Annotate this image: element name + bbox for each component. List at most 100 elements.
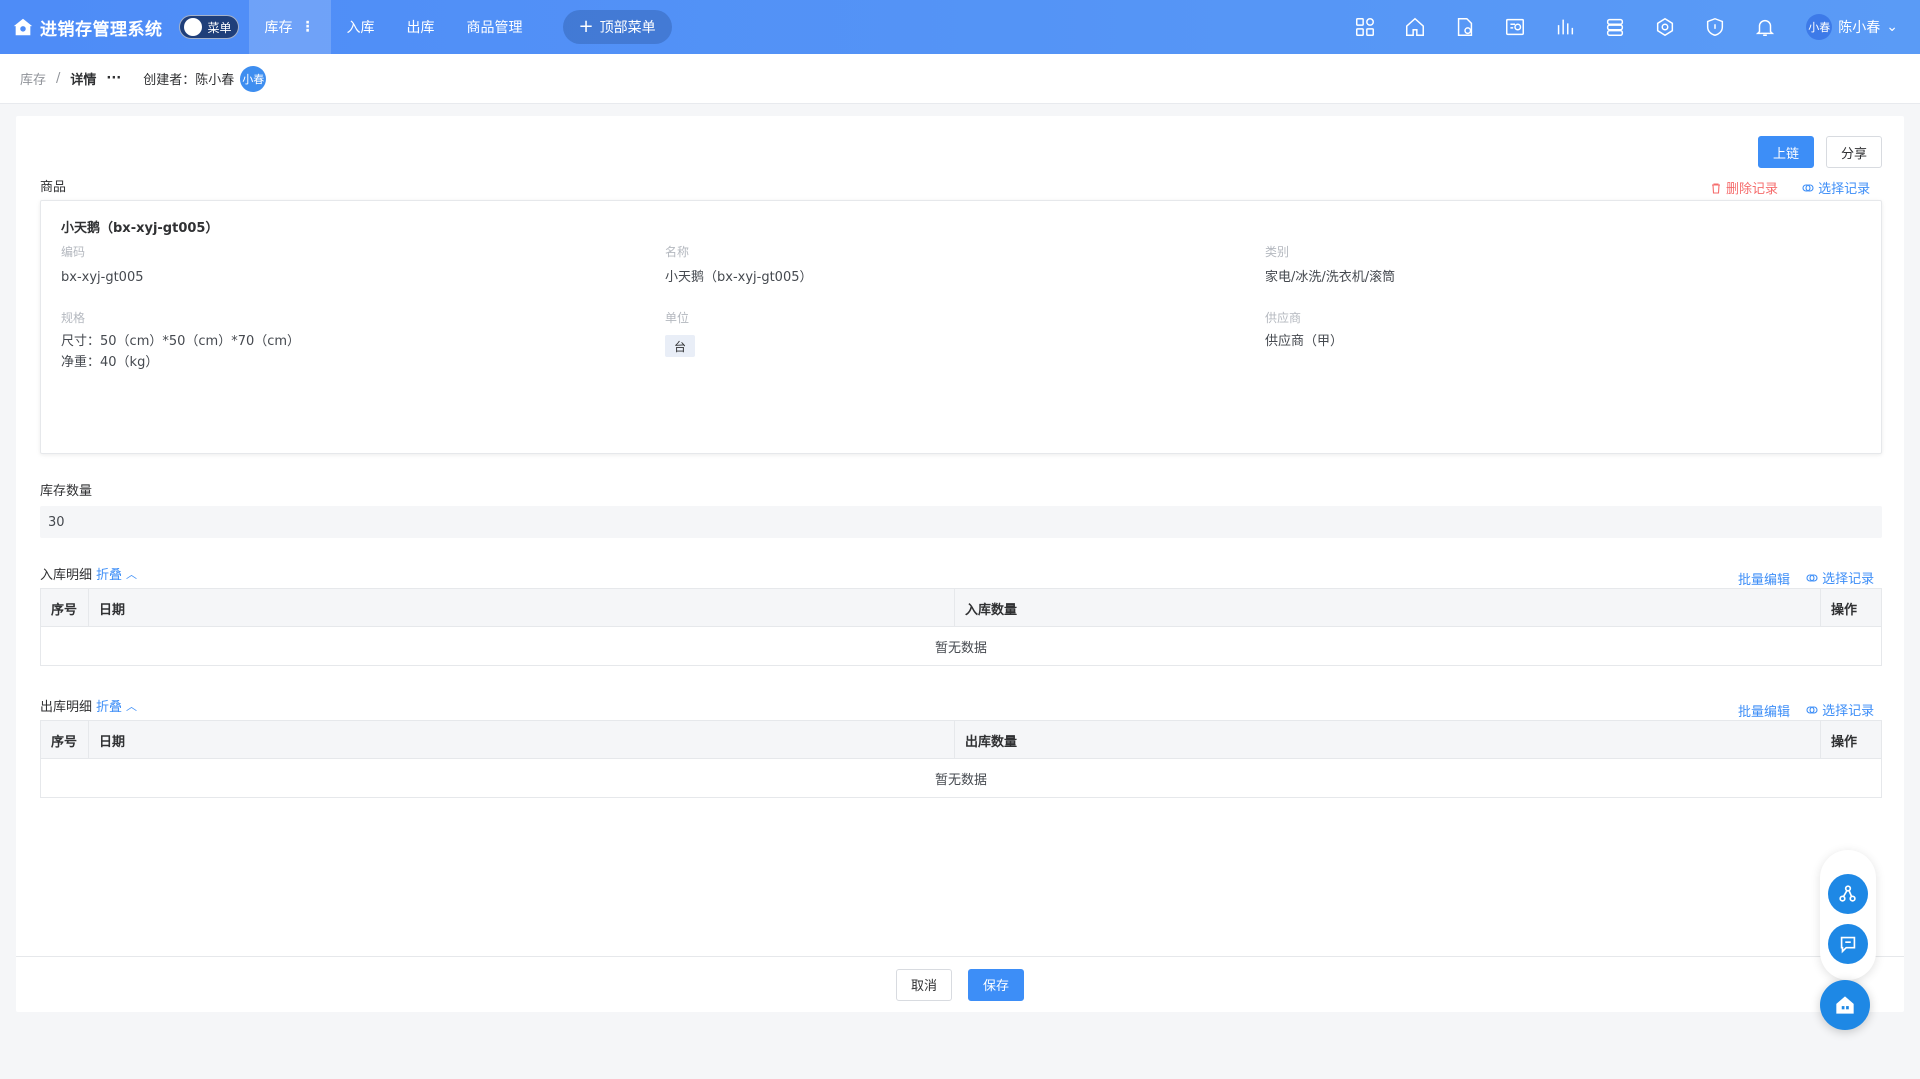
spec-weight: 净重：40（kg） xyxy=(61,355,159,370)
report-icon[interactable] xyxy=(1490,0,1540,54)
goods-name: 小天鹅（bx-xyj-gt005） xyxy=(61,221,219,236)
goods-section-title: 商品 xyxy=(40,180,67,195)
top-navbar: 进销存管理系统 菜单 库存 ⋮ 入库 出库 商品管理 + 顶部菜单 小春 陈小春… xyxy=(0,0,1920,54)
delete-record-link[interactable]: 删除记录 xyxy=(1710,178,1778,197)
document-icon[interactable] xyxy=(1440,0,1490,54)
nav-item-inbound[interactable]: 入库 xyxy=(331,0,391,54)
column-header-date: 日期 xyxy=(89,589,955,627)
column-header-actions: 操作 xyxy=(1831,734,1858,750)
supplier-value: 供应商（甲） xyxy=(1265,334,1344,349)
more-vertical-icon[interactable]: ⋮ xyxy=(301,19,315,35)
save-button[interactable]: 保存 xyxy=(968,968,1024,1001)
collapse-label: 折叠 xyxy=(96,568,123,583)
column-header-quantity: 入库数量 xyxy=(955,589,1821,627)
outbound-batch-edit-link[interactable]: 批量编辑 xyxy=(1738,701,1790,720)
chevron-up-icon: ︿ xyxy=(126,699,138,713)
outbound-select-record-link[interactable]: 选择记录 xyxy=(1806,700,1874,719)
unit-tag: 台 xyxy=(665,335,696,357)
chevron-down-icon: ⌄ xyxy=(1886,19,1898,35)
app-title: 进销存管理系统 xyxy=(40,19,163,40)
home-fab-icon[interactable] xyxy=(1820,980,1870,1030)
header-icon-group xyxy=(1340,0,1790,54)
top-menu-label: 顶部菜单 xyxy=(599,20,656,36)
chain-button[interactable]: 上链 xyxy=(1758,136,1814,168)
inbound-batch-edit-link[interactable]: 批量编辑 xyxy=(1738,569,1790,588)
copy-icon xyxy=(1806,573,1818,582)
column-header-quantity: 出库数量 xyxy=(955,721,1821,759)
user-avatar: 小春 xyxy=(1806,14,1833,40)
chevron-up-icon: ︿ xyxy=(126,567,138,581)
select-record-label: 选择记录 xyxy=(1822,572,1875,587)
home-logo-icon xyxy=(13,18,33,36)
table-header: 序号 日期 出库数量 操作 xyxy=(41,721,1881,759)
user-name: 陈小春 xyxy=(1838,20,1881,36)
breadcrumb-separator: / xyxy=(56,71,61,86)
shield-icon[interactable] xyxy=(1690,0,1740,54)
settings-network-icon[interactable] xyxy=(1640,0,1690,54)
cancel-button[interactable]: 取消 xyxy=(896,968,952,1001)
user-menu[interactable]: 小春 陈小春 ⌄ xyxy=(1806,14,1898,40)
apps-icon[interactable] xyxy=(1340,0,1390,54)
nav-label: 出库 xyxy=(406,20,435,36)
name-label: 名称 xyxy=(665,245,690,259)
outbound-collapse-link[interactable]: 折叠 ︿ xyxy=(96,696,138,716)
supplier-label: 供应商 xyxy=(1265,311,1302,325)
creator-name: 陈小春 xyxy=(195,73,235,88)
nav-label: 商品管理 xyxy=(466,20,523,36)
copy-icon xyxy=(1806,705,1818,714)
name-value: 小天鹅（bx-xyj-gt005） xyxy=(665,270,813,285)
nav-item-goods-management[interactable]: 商品管理 xyxy=(451,0,539,54)
top-menu-button[interactable]: + 顶部菜单 xyxy=(562,10,672,44)
copy-icon xyxy=(1802,183,1814,192)
stock-quantity-value: 30 xyxy=(48,514,65,530)
chart-icon[interactable] xyxy=(1540,0,1590,54)
stock-label: 库存数量 xyxy=(40,484,93,499)
inbound-table: 序号 日期 入库数量 操作 暂无数据 xyxy=(40,588,1882,666)
category-value: 家电/冰洗/洗衣机/滚筒 xyxy=(1265,270,1396,285)
bell-icon[interactable] xyxy=(1740,0,1790,54)
code-value: bx-xyj-gt005 xyxy=(61,270,144,285)
breadcrumb-parent[interactable]: 库存 xyxy=(20,69,46,88)
table-header: 序号 日期 入库数量 操作 xyxy=(41,589,1881,627)
column-header-actions: 操作 xyxy=(1831,602,1858,618)
spec-label: 规格 xyxy=(61,311,86,325)
share-network-icon[interactable] xyxy=(1828,874,1868,914)
message-icon[interactable] xyxy=(1828,924,1868,964)
breadcrumb: 库存 / 详情 ··· 创建者： 陈小春 小春 xyxy=(0,54,1920,104)
brand[interactable]: 进销存管理系统 xyxy=(12,0,163,54)
menu-toggle-switch[interactable]: 菜单 xyxy=(178,15,239,39)
plus-icon: + xyxy=(578,16,594,37)
stock-quantity-field[interactable]: 30 xyxy=(40,506,1882,538)
server-icon[interactable] xyxy=(1590,0,1640,54)
detail-card: 上链 分享 商品 删除记录 选择记录 小天鹅（bx-xyj-gt005） 编码 … xyxy=(16,116,1904,1012)
spec-size: 尺寸：50（cm）*50（cm）*70（cm） xyxy=(61,334,301,349)
select-record-label: 选择记录 xyxy=(1822,704,1875,719)
trash-icon xyxy=(1712,182,1720,194)
share-button[interactable]: 分享 xyxy=(1826,136,1882,168)
select-record-link[interactable]: 选择记录 xyxy=(1802,178,1870,197)
more-icon[interactable]: ··· xyxy=(106,71,121,86)
main-nav: 库存 ⋮ 入库 出库 商品管理 xyxy=(248,0,539,54)
goods-info-card[interactable]: 小天鹅（bx-xyj-gt005） 编码 bx-xyj-gt005 名称 小天鹅… xyxy=(40,200,1882,454)
column-header-index: 序号 xyxy=(41,721,89,759)
inbound-select-record-link[interactable]: 选择记录 xyxy=(1806,568,1874,587)
form-footer: 取消 保存 xyxy=(16,956,1904,1012)
nav-item-inventory[interactable]: 库存 ⋮ xyxy=(248,0,331,54)
inbound-header: 入库明细 折叠 ︿ xyxy=(40,564,138,584)
collapse-label: 折叠 xyxy=(96,700,123,715)
toggle-knob xyxy=(183,18,202,36)
nav-item-outbound[interactable]: 出库 xyxy=(391,0,451,54)
nav-label: 入库 xyxy=(346,20,375,36)
home-icon[interactable] xyxy=(1390,0,1440,54)
code-label: 编码 xyxy=(61,245,86,259)
unit-label: 单位 xyxy=(665,311,690,325)
inbound-actions: 批量编辑 选择记录 xyxy=(1738,568,1874,588)
outbound-title: 出库明细 xyxy=(40,700,93,715)
category-label: 类别 xyxy=(1265,245,1290,259)
inbound-collapse-link[interactable]: 折叠 ︿ xyxy=(96,564,138,584)
floating-toolbar xyxy=(1820,850,1876,980)
outbound-actions: 批量编辑 选择记录 xyxy=(1738,700,1874,720)
creator-avatar: 小春 xyxy=(240,65,267,92)
breadcrumb-current: 详情 xyxy=(70,73,97,88)
select-record-label: 选择记录 xyxy=(1818,182,1871,197)
